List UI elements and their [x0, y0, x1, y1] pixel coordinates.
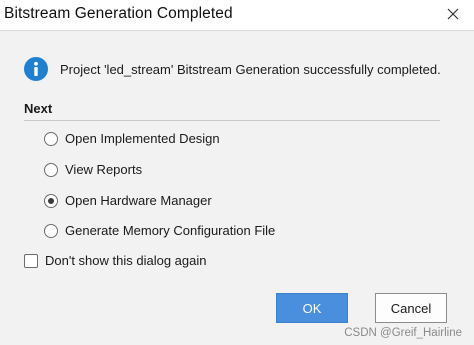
message-row: Project 'led_stream' Bitstream Generatio…	[24, 57, 441, 81]
cancel-button[interactable]: Cancel	[375, 293, 447, 323]
section-divider	[24, 120, 440, 121]
dialog-body: Project 'led_stream' Bitstream Generatio…	[0, 30, 474, 345]
ok-button[interactable]: OK	[276, 293, 348, 323]
option-label: Open Hardware Manager	[65, 193, 212, 208]
close-icon	[447, 8, 459, 20]
option-view-reports[interactable]: View Reports	[44, 162, 142, 177]
dont-show-again-row[interactable]: Don't show this dialog again	[24, 253, 206, 268]
close-button[interactable]	[442, 3, 464, 25]
radio-selected-dot	[48, 197, 54, 204]
bitstream-completed-dialog: Bitstream Generation Completed Project '…	[0, 0, 474, 345]
option-generate-memory-configuration-file[interactable]: Generate Memory Configuration File	[44, 223, 275, 238]
dialog-title: Bitstream Generation Completed	[4, 5, 233, 22]
dont-show-again-checkbox[interactable]	[24, 253, 38, 268]
option-open-hardware-manager[interactable]: Open Hardware Manager	[44, 193, 212, 208]
radio-button-selected[interactable]	[44, 193, 58, 208]
watermark-text: CSDN @Greif_Hairline	[344, 327, 462, 339]
info-icon	[24, 57, 48, 81]
next-section-label: Next	[24, 101, 53, 116]
radio-button[interactable]	[44, 223, 58, 238]
title-bar[interactable]: Bitstream Generation Completed	[0, 0, 474, 30]
radio-button[interactable]	[44, 131, 58, 146]
completion-message: Project 'led_stream' Bitstream Generatio…	[60, 61, 441, 77]
radio-button[interactable]	[44, 162, 58, 177]
option-label: Generate Memory Configuration File	[65, 223, 276, 238]
option-label: View Reports	[65, 162, 143, 177]
option-label: Open Implemented Design	[65, 131, 220, 146]
dont-show-again-label: Don't show this dialog again	[45, 253, 207, 268]
option-open-implemented-design[interactable]: Open Implemented Design	[44, 131, 220, 146]
